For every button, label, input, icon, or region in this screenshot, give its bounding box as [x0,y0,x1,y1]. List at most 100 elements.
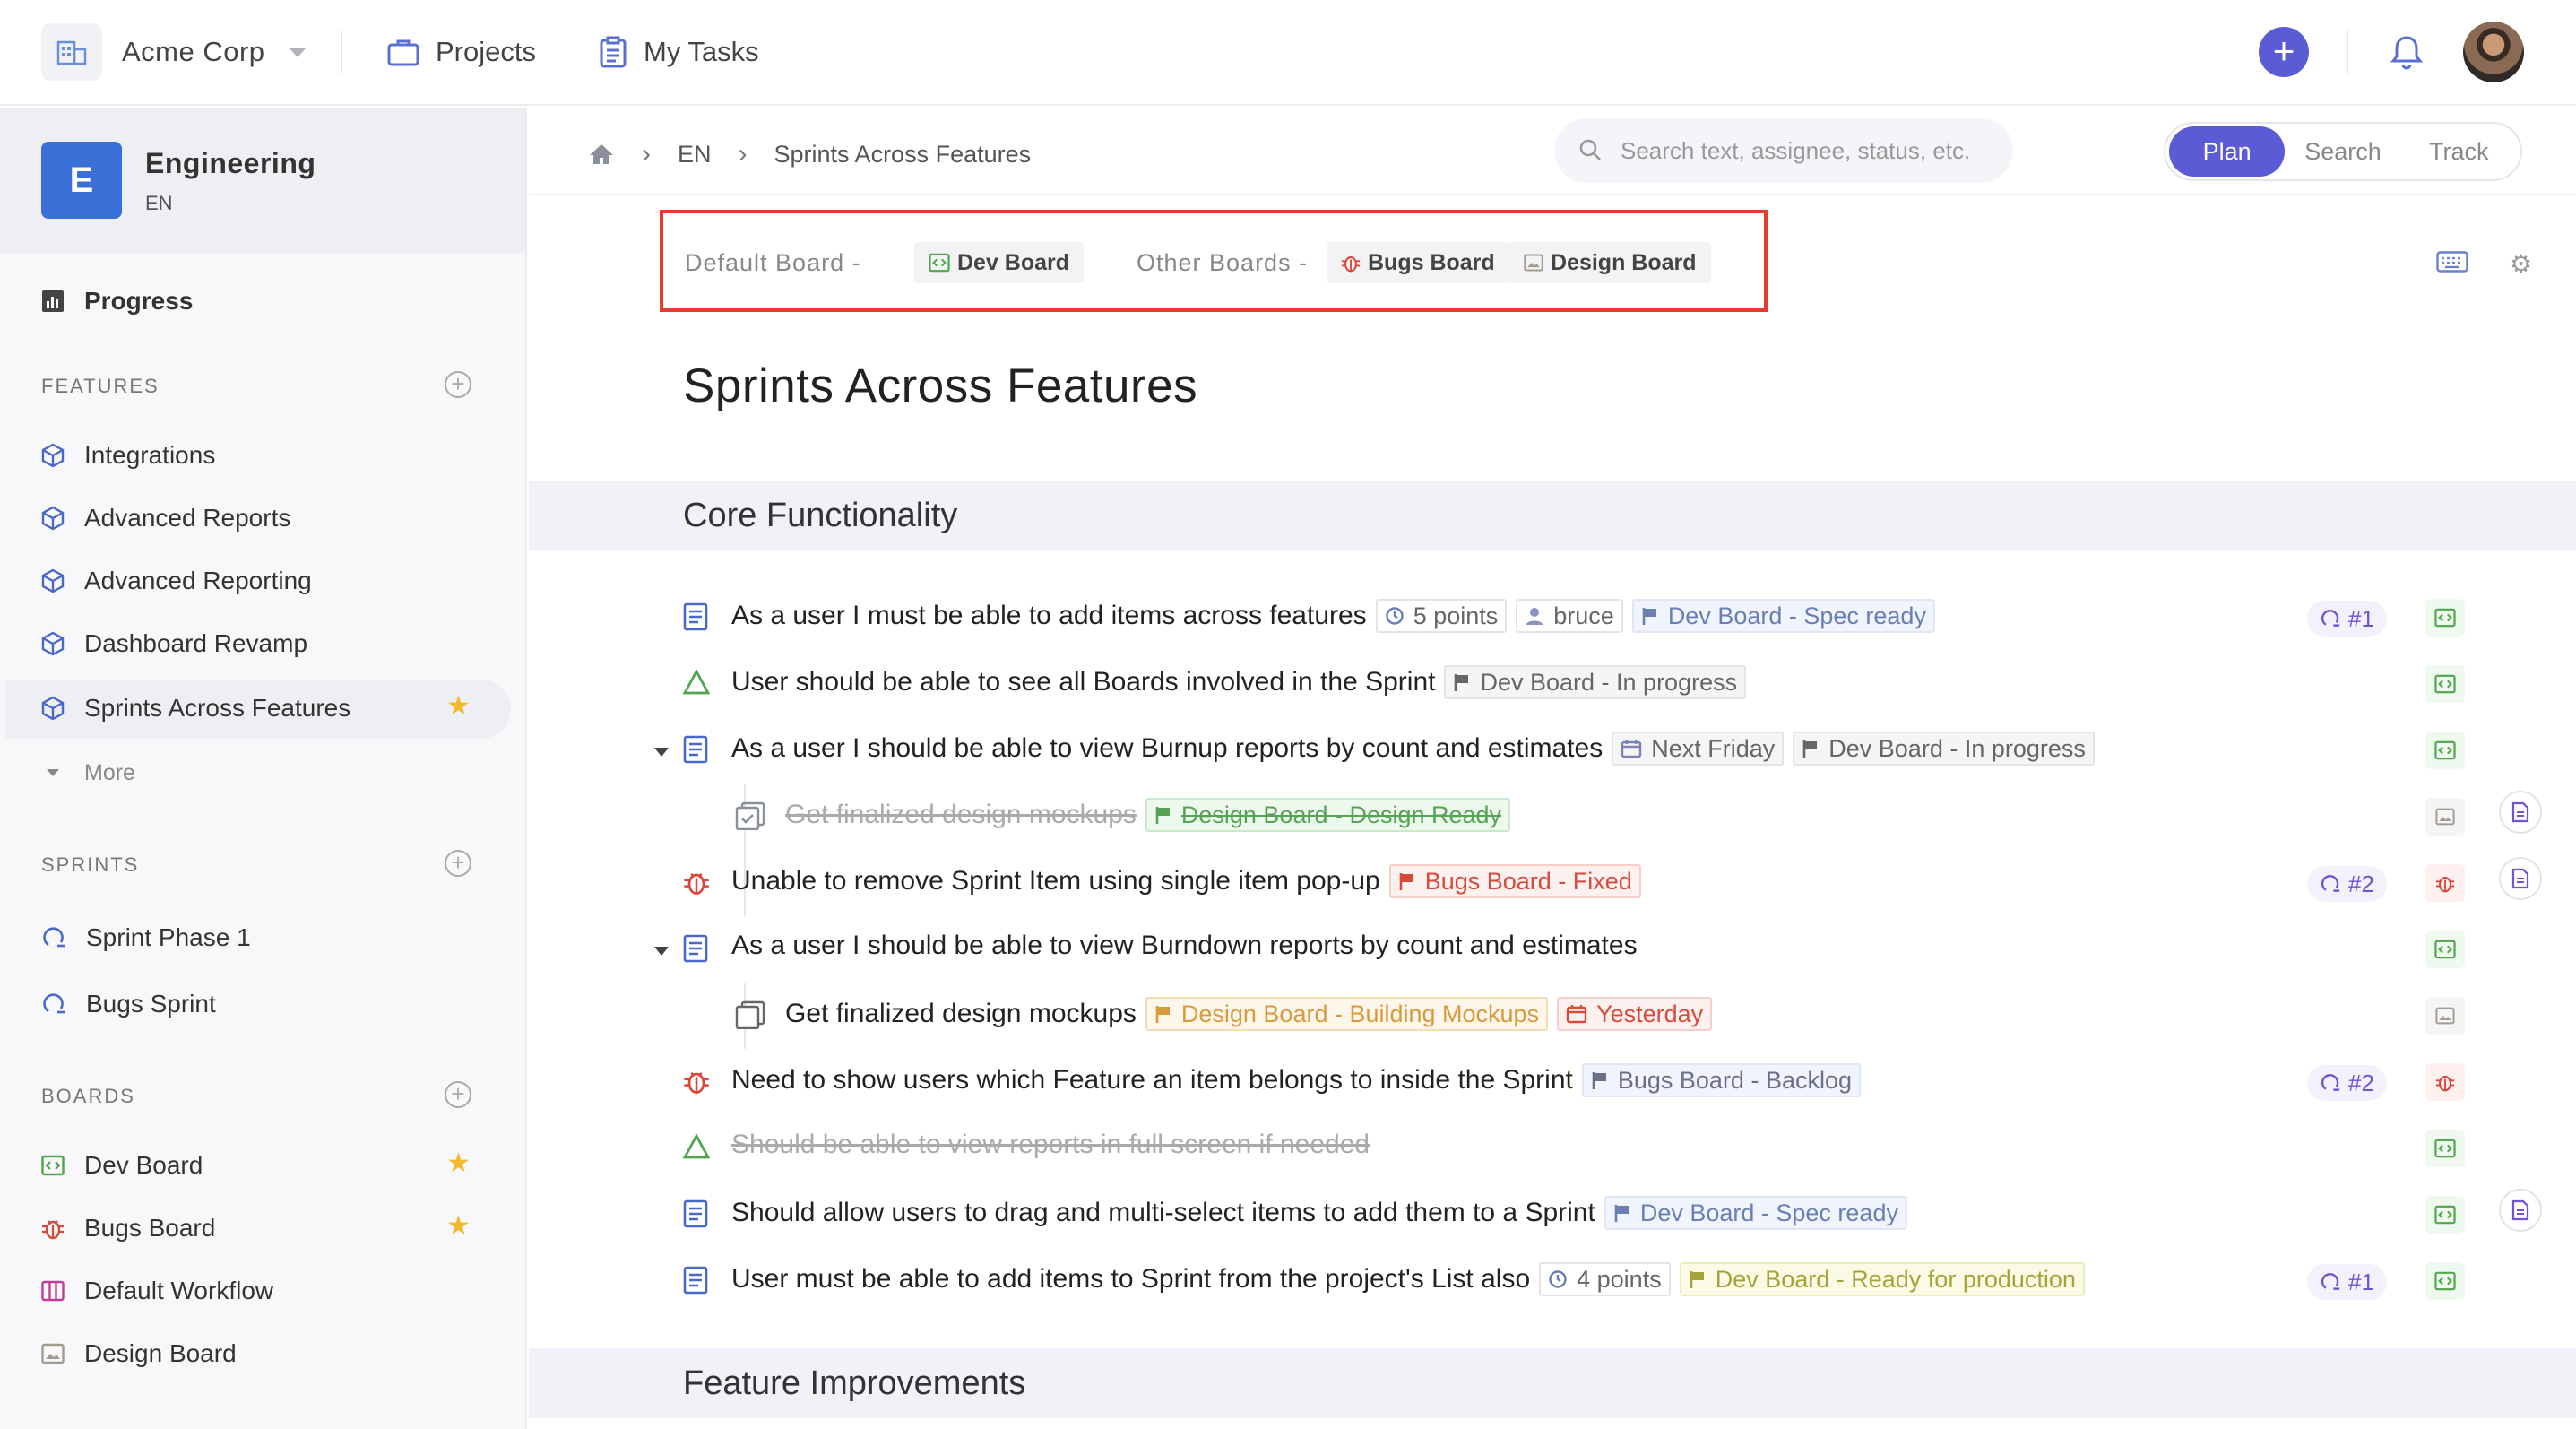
star-icon[interactable]: ★ [446,690,471,722]
list-item[interactable]: Should allow users to drag and multi-sel… [529,1182,2576,1248]
sidebar-more[interactable]: More [41,755,135,791]
collapse-caret-icon[interactable] [654,947,669,956]
dev-board-icon[interactable] [2425,1196,2465,1234]
sidebar-item-label: Sprint Phase 1 [86,923,251,951]
status-tag[interactable]: Dev Board - In progress [1444,665,1747,699]
item-title: Should be able to view reports in full s… [731,1130,1370,1159]
status-tag[interactable]: Bugs Board - Fixed [1388,864,1641,898]
status-tag[interactable]: Dev Board - Spec ready [1631,599,1935,633]
keyboard-icon[interactable] [2436,251,2468,277]
dev-board-icon[interactable] [2425,1130,2465,1167]
sidebar-item-design-board[interactable]: Design Board [41,1336,237,1372]
nav-projects[interactable]: Projects [387,27,536,77]
sidebar-item-sprints-across-features[interactable]: Sprints Across Features [41,690,350,726]
star-icon[interactable]: ★ [446,1210,471,1242]
add-feature-button[interactable]: + [445,371,471,398]
add-button[interactable]: + [2259,27,2309,77]
dev-board-icon[interactable] [2425,665,2465,703]
due-date-tag[interactable]: Yesterday [1557,997,1713,1031]
sidebar-item-advanced-reports[interactable]: Advanced Reports [41,500,290,536]
list-item[interactable]: As a user I should be able to view Burnu… [529,717,2576,784]
section-header[interactable]: Feature Improvements [529,1348,2576,1418]
document-icon[interactable] [2499,791,2542,834]
sidebar-item-default-workflow[interactable]: Default Workflow [41,1273,273,1309]
sidebar-item-sprint-phase-1[interactable]: Sprint Phase 1 [41,920,251,956]
sprint-badge[interactable]: #2 [2307,866,2387,902]
sidebar-item-bugs-sprint[interactable]: Bugs Sprint [41,986,216,1022]
item-title: Need to show users which Feature an item… [731,1065,1573,1095]
search-input[interactable] [1621,136,1997,165]
default-board-chip[interactable]: Dev Board [914,242,1085,283]
nav-my-tasks[interactable]: My Tasks [599,27,759,77]
points-label: 5 points [1413,602,1499,629]
list-item[interactable]: Get finalized design mockups Design Boar… [529,784,2576,916]
sprint-badge[interactable]: #1 [2307,601,2387,637]
document-icon[interactable] [2499,1189,2542,1232]
status-tag[interactable]: Design Board - Building Mockups [1145,997,1549,1031]
list-item[interactable]: Should be able to view reports in full s… [529,1115,2576,1182]
dev-board-icon[interactable] [2425,1262,2465,1300]
chevron-right-icon: › [738,139,748,169]
list-item[interactable]: Get finalized design mockups Design Boar… [529,983,2576,1049]
sprint-badge[interactable]: #1 [2307,1264,2387,1300]
design-board-chip[interactable]: Design Board [1509,242,1711,283]
gear-icon[interactable]: ⚙ [2510,249,2532,279]
project-header[interactable]: E Engineering EN [0,108,525,253]
list-item[interactable]: User must be able to add items to Sprint… [529,1248,2576,1314]
search-box[interactable] [1554,118,2013,183]
document-icon[interactable] [2499,857,2542,900]
status-label: Dev Board - Spec ready [1639,1199,1898,1226]
status-label: Bugs Board - Fixed [1424,867,1632,895]
home-icon[interactable] [588,142,615,167]
points-tag[interactable]: 5 points [1375,599,1508,633]
collapse-caret-icon[interactable] [654,748,669,757]
mode-plan[interactable]: Plan [2169,126,2286,177]
points-tag[interactable]: 4 points [1539,1262,1671,1296]
list-item[interactable]: Unable to remove Sprint Item using singl… [529,850,2576,916]
sprint-icon [43,993,65,1014]
star-icon[interactable]: ★ [446,1148,471,1179]
list-item[interactable]: As a user I should be able to view Burnd… [529,916,2576,983]
sidebar-item-integrations[interactable]: Integrations [41,437,215,473]
dev-board-icon[interactable] [2425,599,2465,637]
due-date-tag[interactable]: Next Friday [1612,732,1785,766]
status-tag[interactable]: Design Board - Design Ready [1145,798,1511,832]
bell-icon[interactable] [2390,34,2424,74]
breadcrumb-project[interactable]: EN [678,141,712,169]
section-header[interactable]: Core Functionality [529,481,2576,550]
list-item[interactable]: Need to show users which Feature an item… [529,1049,2576,1115]
assignee-tag[interactable]: bruce [1516,599,1623,633]
list-item[interactable]: As a user I must be able to add items ac… [529,585,2576,651]
sidebar-item-label: Bugs Sprint [86,990,216,1018]
status-tag[interactable]: Bugs Board - Backlog [1581,1063,1861,1097]
add-board-button[interactable]: + [445,1081,471,1108]
dev-board-icon[interactable] [2425,732,2465,769]
mode-search[interactable]: Search [2285,126,2400,177]
clock-icon [1385,607,1404,625]
sidebar-item-advanced-reporting[interactable]: Advanced Reporting [41,563,312,599]
nav-my-tasks-label: My Tasks [644,36,759,67]
avatar[interactable] [2463,22,2524,82]
flag-icon [1690,1271,1704,1288]
sidebar-item-dashboard-revamp[interactable]: Dashboard Revamp [41,626,307,662]
sprint-badge[interactable]: #2 [2307,1065,2387,1101]
status-tag[interactable]: Dev Board - In progress [1793,732,2095,766]
status-tag[interactable]: Dev Board - Ready for production [1679,1262,2085,1296]
sidebar-item-bugs-board[interactable]: Bugs Board [41,1210,215,1246]
image-icon[interactable] [2425,798,2465,836]
bug-icon[interactable] [2425,1063,2465,1101]
org-switcher[interactable]: Acme Corp [41,23,307,81]
image-icon[interactable] [2425,997,2465,1035]
subtask-done-icon [735,801,765,830]
status-tag[interactable]: Dev Board - Spec ready [1604,1196,1907,1230]
sidebar-item-dev-board[interactable]: Dev Board [41,1148,203,1183]
dev-board-icon[interactable] [2425,931,2465,968]
sidebar-item-progress[interactable]: Progress [41,283,193,319]
bug-icon[interactable] [2425,864,2465,902]
mode-track[interactable]: Track [2401,126,2517,177]
user-icon [1526,608,1543,625]
flag-icon [1802,740,1818,758]
add-sprint-button[interactable]: + [445,850,471,877]
bugs-board-chip[interactable]: Bugs Board [1327,242,1509,283]
list-item[interactable]: User should be able to see all Boards in… [529,651,2576,717]
